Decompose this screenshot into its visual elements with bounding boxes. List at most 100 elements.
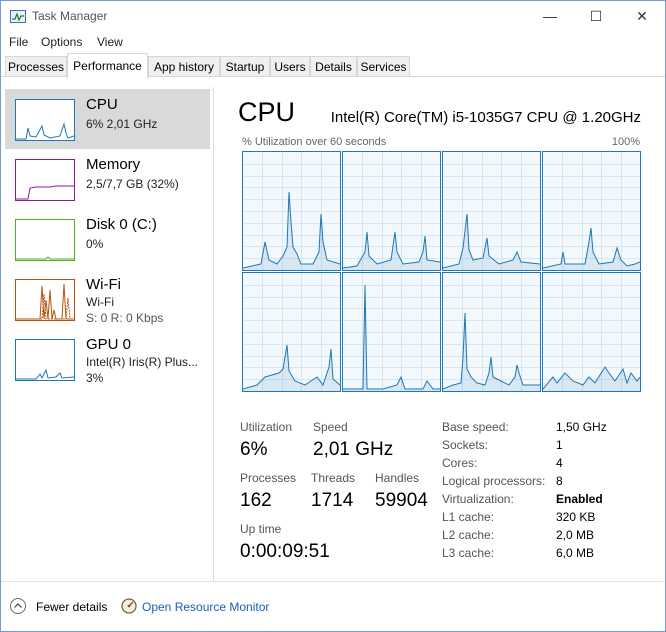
resource-disk-usage: 0% — [86, 237, 104, 251]
resource-memory[interactable]: Memory 2,5/7,7 GB (32%) — [5, 149, 210, 209]
speed-value: 2,01 GHz — [313, 439, 394, 460]
wifi-thumbnail-graph — [15, 279, 75, 321]
spec-logical-processors-label: Logical processors: — [442, 474, 546, 488]
footer-divider — [1, 581, 665, 582]
resource-cpu-usage: 6% 2,01 GHz — [86, 117, 158, 131]
task-manager-window: Task Manager — ☐ ✕ File Options View Pro… — [0, 0, 666, 632]
spec-sockets-value: 1 — [556, 438, 563, 452]
processes-value: 162 — [240, 490, 272, 511]
spec-l3-cache-label: L3 cache: — [442, 546, 495, 560]
uptime-value: 0:00:09:51 — [240, 541, 330, 562]
resource-wifi-throughput: S: 0 R: 0 Kbps — [86, 311, 164, 325]
core-graph-2-area — [443, 214, 540, 270]
processes-label: Processes — [240, 471, 297, 485]
title-bar[interactable]: Task Manager — ☐ ✕ — [1, 1, 665, 31]
spec-base-speed-value: 1,50 GHz — [556, 420, 607, 434]
core-graph-2 — [442, 151, 541, 271]
spec-base-speed-label: Base speed: — [442, 420, 509, 434]
uptime-label: Up time — [240, 522, 282, 536]
spec-sockets-label: Sockets: — [442, 438, 489, 452]
core-graph-4-plot — [243, 273, 340, 391]
speed-label: Speed — [313, 420, 348, 434]
menu-bar: File Options View — [1, 31, 665, 53]
resource-memory-usage: 2,5/7,7 GB (32%) — [86, 177, 179, 191]
cpu-model-name: Intel(R) Core(TM) i5-1035G7 CPU @ 1.20GH… — [330, 109, 641, 126]
resource-wifi-adapter: Wi-Fi — [86, 295, 114, 309]
handles-label: Handles — [375, 471, 420, 485]
resource-disk[interactable]: Disk 0 (C:) 0% — [5, 209, 210, 269]
performance-heading: CPU — [238, 97, 296, 127]
tab-performance[interactable]: Performance — [67, 53, 148, 79]
tab-startup[interactable]: Startup — [220, 56, 270, 77]
core-graph-6-plot — [443, 273, 540, 391]
menu-options[interactable]: Options — [41, 35, 82, 49]
window-title: Task Manager — [32, 9, 108, 23]
resource-gpu-usage: 3% — [86, 371, 104, 385]
resource-gpu-name: GPU 0 — [86, 336, 132, 353]
resource-monitor-icon[interactable] — [121, 598, 137, 614]
utilization-label: Utilization — [240, 420, 293, 434]
core-graph-0 — [242, 151, 341, 271]
tab-strip: Processes Performance App history Startu… — [1, 53, 665, 79]
disk-thumbnail-graph — [15, 219, 75, 261]
cpu-thumbnail-graph — [15, 99, 75, 141]
tab-users[interactable]: Users — [270, 56, 310, 77]
core-graph-0-plot — [243, 152, 340, 270]
core-graph-5 — [342, 272, 441, 392]
minimize-icon: — — [543, 8, 557, 24]
spec-virtualization-label: Virtualization: — [442, 492, 514, 506]
resource-cpu[interactable]: CPU 6% 2,01 GHz — [5, 89, 210, 149]
menu-view[interactable]: View — [97, 35, 123, 49]
graph-caption: % Utilization over 60 seconds — [242, 136, 387, 148]
resource-gpu-model: Intel(R) Iris(R) Plus... — [86, 355, 199, 369]
core-graph-2-plot — [443, 152, 540, 270]
resource-disk-name: Disk 0 (C:) — [86, 216, 157, 233]
spec-logical-processors-value: 8 — [556, 474, 563, 488]
resource-list: CPU 6% 2,01 GHz Memory 2,5/7,7 GB (32%) … — [1, 87, 213, 581]
tab-services[interactable]: Services — [357, 56, 410, 77]
resource-gpu[interactable]: GPU 0 Intel(R) Iris(R) Plus... 3% — [5, 329, 210, 389]
utilization-value: 6% — [240, 439, 268, 460]
gpu-thumbnail-graph — [15, 339, 75, 381]
panel-divider[interactable] — [213, 87, 214, 581]
close-button[interactable]: ✕ — [619, 1, 665, 31]
core-graph-3 — [542, 151, 641, 271]
core-graph-1 — [342, 151, 441, 271]
spec-l3-cache-value: 6,0 MB — [556, 546, 595, 560]
task-manager-app-icon — [10, 10, 26, 23]
core-graph-7-plot — [543, 273, 640, 391]
core-graph-4 — [242, 272, 341, 392]
maximize-button[interactable]: ☐ — [573, 1, 619, 31]
close-icon: ✕ — [636, 8, 648, 24]
spec-virtualization-value: Enabled — [556, 492, 603, 506]
spec-l1-cache-label: L1 cache: — [442, 510, 495, 524]
spec-cores-label: Cores: — [442, 456, 478, 470]
resource-cpu-name: CPU — [86, 96, 118, 113]
handles-value: 59904 — [375, 490, 428, 511]
threads-label: Threads — [311, 471, 356, 485]
menu-file[interactable]: File — [9, 35, 28, 49]
core-graph-1-plot — [343, 152, 440, 270]
resource-wifi[interactable]: Wi-Fi Wi-Fi S: 0 R: 0 Kbps — [5, 269, 210, 329]
open-resource-monitor-link[interactable]: Open Resource Monitor — [142, 600, 269, 614]
graph-max-label: 100% — [611, 136, 640, 148]
tab-details[interactable]: Details — [310, 56, 357, 77]
tab-app-history[interactable]: App history — [148, 56, 220, 77]
chevron-up-icon[interactable] — [10, 598, 26, 614]
threads-value: 1714 — [311, 490, 354, 511]
resource-memory-name: Memory — [86, 156, 141, 173]
maximize-icon: ☐ — [589, 8, 603, 24]
core-graph-5-line — [343, 284, 440, 390]
core-graph-5-plot — [343, 273, 440, 391]
core-graph-5-area — [343, 285, 440, 391]
spec-l1-cache-value: 320 KB — [556, 510, 596, 524]
core-graph-6 — [442, 272, 541, 392]
spec-cores-value: 4 — [556, 456, 563, 470]
minimize-button[interactable]: — — [527, 1, 573, 31]
core-graph-7 — [542, 272, 641, 392]
resource-wifi-name: Wi-Fi — [86, 276, 121, 293]
fewer-details-button[interactable]: Fewer details — [36, 600, 107, 614]
core-graph-3-plot — [543, 152, 640, 270]
tab-processes[interactable]: Processes — [5, 56, 67, 77]
spec-l2-cache-label: L2 cache: — [442, 528, 495, 542]
